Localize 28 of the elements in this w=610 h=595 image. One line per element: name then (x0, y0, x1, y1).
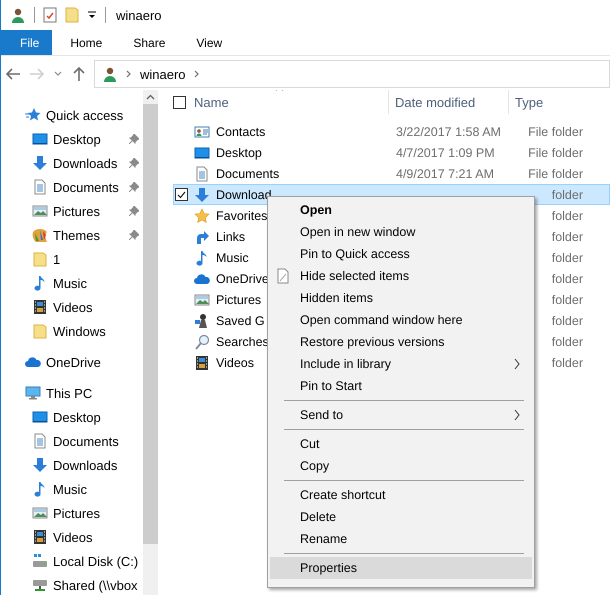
file-name: Searches (216, 334, 269, 348)
type-cell-text: folder (550, 208, 583, 222)
file-name: Saved G (216, 314, 265, 328)
date-cell-text: 3/22/2017 1:58 AM (395, 124, 502, 138)
file-name: OneDrive (216, 272, 269, 286)
file-name: Videos (216, 356, 254, 370)
type-cell-text: folder (550, 314, 583, 328)
file-name: Documents (216, 166, 280, 180)
type-cell-text: folder (550, 250, 583, 264)
type-cell-text: File folder (527, 146, 583, 160)
type-cell-text: folder (550, 272, 583, 286)
type-cell-text: folder (550, 188, 583, 202)
file-name: Music (216, 250, 249, 264)
type-cell-text: File folder (527, 124, 583, 138)
file-name: Pictures (216, 292, 262, 306)
file-name: Desktop (216, 146, 262, 160)
file-name: Links (216, 230, 246, 244)
window-title: winaero (116, 8, 162, 22)
type-cell-text: folder (550, 230, 583, 244)
type-cell-text: folder (550, 334, 583, 348)
date-cell-text: 4/7/2017 1:09 PM (395, 146, 496, 160)
date-cell-text: 4/9/2017 7:21 AM (395, 166, 495, 180)
file-name: Favorites (216, 208, 268, 222)
file-name: Download (216, 188, 272, 202)
file-name: Contacts (216, 124, 266, 138)
type-cell-text: File folder (527, 166, 583, 180)
type-cell-text: folder (550, 356, 583, 370)
type-cell-text: folder (550, 292, 583, 306)
